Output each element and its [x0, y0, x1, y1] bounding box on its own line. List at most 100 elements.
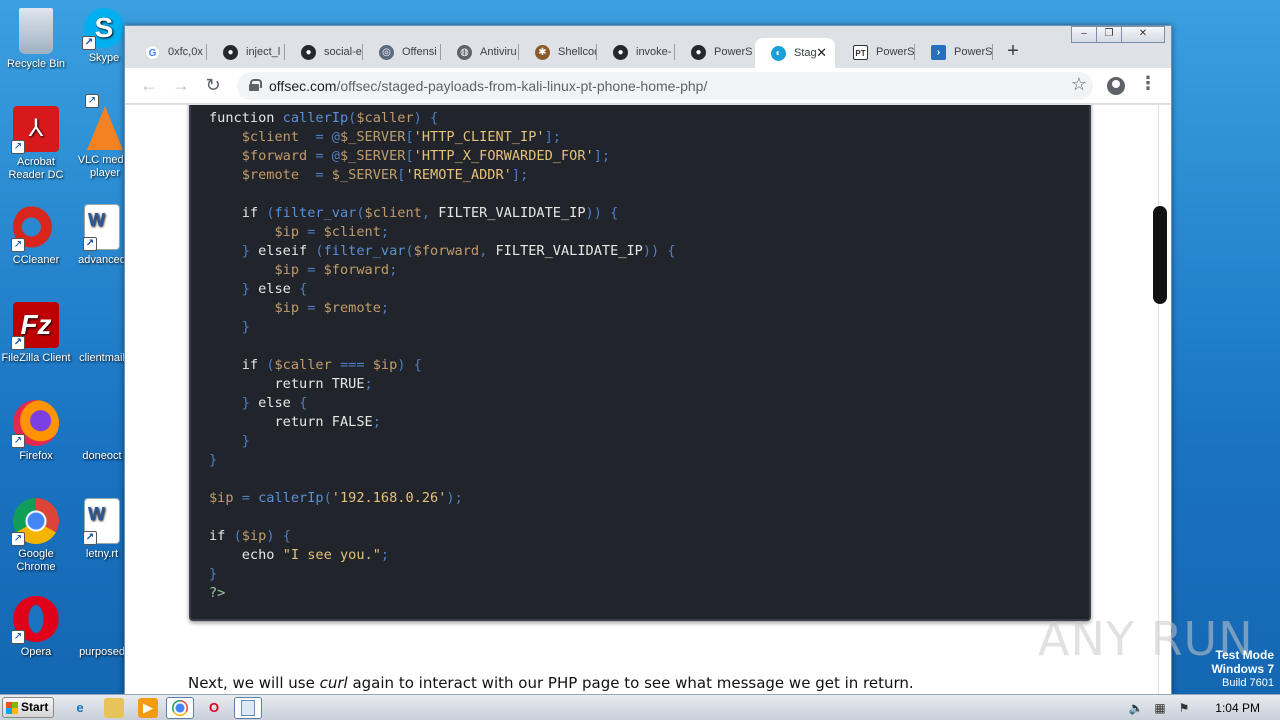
address-bar[interactable]: offsec.com/offsec/staged-payloads-from-k… [237, 72, 1093, 100]
menu-kebab-icon[interactable]: ⋮ [1139, 73, 1157, 94]
page-viewport: function callerIp($caller) { $client = @… [125, 105, 1171, 694]
desktop-icon-clientmail[interactable]: clientmail [72, 302, 132, 365]
desktop-icon-advanced[interactable]: W ↗ advanced [72, 204, 132, 267]
tab-inject[interactable]: ● inject_l [207, 38, 285, 66]
back-button[interactable]: ← [137, 74, 161, 98]
tab-powers-github[interactable]: ● PowerS [675, 38, 753, 66]
acrobat-icon: ⅄ ↗ [11, 106, 59, 154]
desktop-icon-label: Acrobat Reader DC [8, 156, 64, 181]
shortcut-arrow-icon: ↗ [83, 237, 97, 251]
flag-icon[interactable]: ⚑ [1176, 700, 1192, 716]
browser-toolbar: ← → ↻ offsec.com/offsec/staged-payloads-… [125, 68, 1171, 104]
desktop-icon-label: advanced [78, 254, 126, 266]
desktop-icon-label: Firefox [19, 450, 53, 462]
profile-avatar-icon[interactable] [1107, 77, 1125, 95]
desktop-icon-label: letny.rt [85, 548, 119, 560]
ie-icon[interactable]: e [70, 698, 90, 718]
tab-label: Antiviru [480, 46, 517, 58]
tab-antivirus[interactable]: ◍ Antiviru [441, 38, 519, 66]
reload-button[interactable]: ↻ [201, 74, 225, 98]
bookmark-star-icon[interactable]: ☆ [1071, 74, 1087, 95]
desktop-icon-opera[interactable]: ↗ Opera [0, 596, 72, 659]
tab-label: PowerS [954, 46, 993, 58]
desktop-icon-recycle-bin[interactable]: Recycle Bin [0, 8, 72, 71]
window-controls: ‒ ❐ ✕ [1071, 26, 1165, 43]
github-icon: ● [301, 44, 316, 60]
page-scrollbar[interactable] [1153, 105, 1167, 694]
scrollbar-track [1158, 105, 1159, 694]
network-icon[interactable]: ▦ [1152, 700, 1168, 716]
shortcut-arrow-icon: ↗ [11, 336, 25, 350]
tab-separator [992, 44, 993, 60]
volume-icon[interactable]: 🔈 [1128, 700, 1144, 716]
shortcut-arrow-icon: ↗ [82, 36, 96, 50]
start-button[interactable]: Start [2, 697, 54, 718]
github-icon: ● [223, 44, 238, 60]
github-icon: ● [613, 44, 628, 60]
notepad-taskbar-icon[interactable] [234, 697, 262, 719]
shortcut-arrow-icon: ↗ [11, 532, 25, 546]
opera-taskbar-icon[interactable]: O [204, 698, 224, 718]
restore-button[interactable]: ❐ [1096, 26, 1122, 43]
tab-0xfc[interactable]: G 0xfc,0x [129, 38, 207, 66]
chrome-window: G 0xfc,0x ● inject_l ● social-e ◎ Offens… [124, 25, 1172, 695]
chrome-taskbar-icon[interactable] [166, 697, 194, 719]
desktop-icon-label: CCleaner [12, 254, 60, 266]
php-code: function callerIp($caller) { $client = @… [209, 110, 676, 601]
tab-powers-pt[interactable]: PT PowerS [837, 38, 915, 66]
blank-file-icon [79, 400, 125, 446]
shortcut-arrow-icon: ↗ [85, 94, 99, 108]
desktop-icon-filezilla[interactable]: Fz ↗ FileZilla Client [0, 302, 72, 365]
desktop-icon-ccleaner[interactable]: ↗ CCleaner [0, 204, 72, 267]
clock[interactable]: 1:04 PM [1215, 701, 1260, 715]
pt-icon: PT [853, 44, 868, 60]
globe-icon: ◍ [457, 44, 472, 60]
desktop-icon-label: doneoct [82, 450, 122, 462]
bug-icon: ✱ [535, 44, 550, 60]
tab-shellcode[interactable]: ✱ Shellcod [519, 38, 597, 66]
tab-invoke[interactable]: ● invoke- [597, 38, 675, 66]
desktop-icon-label: purposed [79, 646, 125, 658]
tab-label: PowerS [714, 46, 753, 58]
offsec-icon: ◎ [379, 44, 394, 60]
tab-offensive[interactable]: ◎ Offensi [363, 38, 441, 66]
desktop-icon-firefox[interactable]: ↗ Firefox [0, 400, 72, 463]
github-icon: ● [691, 44, 706, 60]
desktop-icon-purposed[interactable]: purposed [72, 596, 132, 659]
taskbar: Start e ▶ O 🔈 ▦ ⚑ 1:04 PM [0, 694, 1280, 720]
tab-staged-payloads[interactable]: ◐ Stag ✕ [755, 38, 835, 68]
opera-icon: ↗ [11, 596, 59, 644]
word-document-icon: W ↗ [83, 204, 120, 251]
media-player-icon[interactable]: ▶ [138, 698, 158, 718]
tab-label: Shellcod [558, 46, 597, 58]
lock-icon [249, 79, 262, 91]
blank-file-icon [79, 302, 125, 348]
explorer-folder-icon[interactable] [104, 698, 124, 718]
filezilla-icon: Fz ↗ [11, 302, 59, 350]
shortcut-arrow-icon: ↗ [83, 531, 97, 545]
scrollbar-thumb[interactable] [1153, 206, 1167, 304]
forward-button[interactable]: → [169, 74, 193, 98]
close-icon[interactable]: ✕ [816, 45, 827, 61]
desktop-icon-label: Opera [20, 646, 52, 658]
recycle-bin-icon [19, 8, 53, 54]
desktop-icon-acrobat[interactable]: ⅄ ↗ Acrobat Reader DC [0, 106, 72, 182]
desktop-icon-label: FileZilla Client [1, 352, 71, 364]
desktop-icon-chrome[interactable]: ↗ Google Chrome [0, 498, 72, 574]
desktop-icon-label: Google Chrome [16, 548, 56, 573]
google-icon: G [145, 44, 160, 60]
minimize-button[interactable]: ‒ [1071, 26, 1097, 43]
new-tab-button[interactable]: + [1000, 39, 1026, 65]
ccleaner-icon: ↗ [11, 204, 59, 252]
shortcut-arrow-icon: ↗ [11, 238, 25, 252]
desktop-icon-doneoct[interactable]: doneoct [72, 400, 132, 463]
tab-label: invoke- [636, 46, 672, 58]
article-paragraph: Next, we will use curl again to interact… [188, 674, 914, 692]
window-close-button[interactable]: ✕ [1121, 26, 1165, 43]
tab-social-e[interactable]: ● social-e [285, 38, 363, 66]
tab-powers-ps[interactable]: › PowerS [915, 38, 993, 66]
skype-icon: S ↗ [82, 8, 124, 50]
tab-label: Offensi [402, 46, 437, 58]
tab-strip: G 0xfc,0x ● inject_l ● social-e ◎ Offens… [125, 26, 1171, 68]
desktop-icon-letny[interactable]: W ↗ letny.rt [72, 498, 132, 561]
